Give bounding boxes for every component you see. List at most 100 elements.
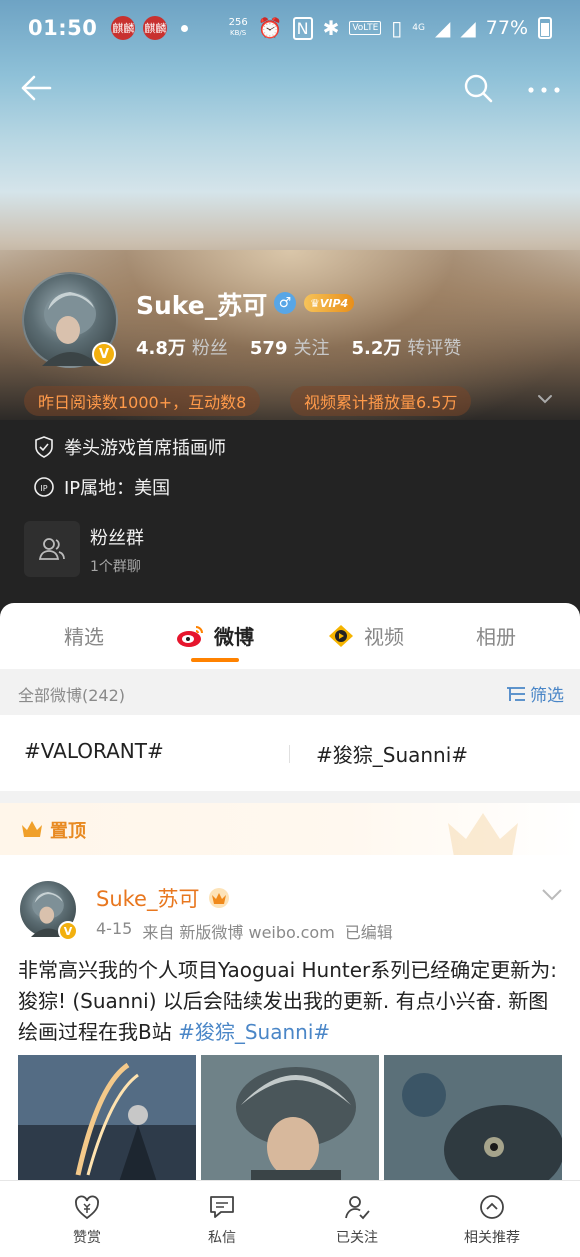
more-icon[interactable] <box>526 80 562 100</box>
verification-row: 拳头游戏首席插画师 <box>34 434 226 460</box>
post-edited: 已编辑 <box>344 923 393 942</box>
post-image[interactable] <box>384 1055 562 1185</box>
member-crown-icon <box>209 888 229 908</box>
chevron-down-icon[interactable] <box>540 887 564 903</box>
recommend-button[interactable]: 相关推荐 <box>442 1193 542 1247</box>
bottom-bar-label: 赞赏 <box>73 1230 101 1246</box>
network-speed: 256 KB/S <box>229 18 248 38</box>
post-hashtag[interactable]: #狻猔_Suanni# <box>178 1020 330 1044</box>
post-source: 来自 新版微博 weibo.com <box>142 923 335 942</box>
stat-value: 5.2万 <box>351 338 402 359</box>
post-meta: 4-15 来自 新版微博 weibo.com 已编辑 <box>96 919 393 943</box>
stat-followers[interactable]: 4.8万 粉丝 <box>136 334 228 360</box>
bottom-bar-label: 已关注 <box>336 1230 378 1246</box>
topic-row: #VALORANT# #狻猔_Suanni# <box>0 715 580 791</box>
stat-label: 关注 <box>293 338 330 359</box>
tab-label: 精选 <box>64 625 104 649</box>
status-time: 01:50 <box>28 16 98 40</box>
video-stats-pill[interactable]: 视频累计播放量6.5万 <box>290 386 472 416</box>
top-nav <box>0 66 580 112</box>
speed-unit: KB/S <box>230 29 247 37</box>
bottom-bar-label: 私信 <box>208 1230 236 1246</box>
profile-tabs: 精选 微博 视频 相册 <box>0 603 580 669</box>
speed-value: 256 <box>228 17 248 28</box>
topic-suanni[interactable]: #狻猔_Suanni# <box>316 739 468 768</box>
verified-badge-icon: V <box>58 921 78 941</box>
tab-label: 微博 <box>214 625 254 649</box>
post-count: 全部微博(242) <box>18 686 126 705</box>
tab-weibo[interactable]: 微博 <box>176 621 254 650</box>
vip-badge[interactable]: ♛ VIP4 <box>304 294 355 312</box>
fan-group-title[interactable]: 粉丝群 <box>90 524 144 550</box>
male-gender-icon: ♂ <box>274 292 296 314</box>
reward-icon <box>75 1195 99 1220</box>
reading-stats-pill[interactable]: 昨日阅读数1000+，互动数8 <box>24 386 261 416</box>
battery-icon <box>538 17 552 39</box>
shield-check-icon <box>35 436 53 458</box>
status-bar: 01:50 麒麟 麒麟 256 KB/S ⏰ N ✱ VoLTE ▯ 4G ◢ … <box>0 0 580 56</box>
pinned-label: 置顶 <box>50 821 86 842</box>
battery-percent: 77% <box>485 17 528 39</box>
post-text: 非常高兴我的个人项目Yaoguai Hunter系列已经确定更新为: 狻猔! (… <box>18 955 566 1048</box>
stat-following[interactable]: 579 关注 <box>250 334 330 360</box>
volte-icon: VoLTE <box>349 21 382 35</box>
bottom-action-bar: 赞赏 私信 已关注 相关推荐 <box>0 1180 580 1257</box>
reward-button[interactable]: 赞赏 <box>37 1193 137 1247</box>
filter-label: 筛选 <box>530 686 564 706</box>
stat-value: 4.8万 <box>136 338 186 359</box>
ip-location-row: IP IP属地：美国 <box>34 474 170 500</box>
alarm-icon: ⏰ <box>257 16 283 40</box>
bluetooth-icon: ✱ <box>322 16 340 40</box>
pinned-header: 置顶 <box>0 803 580 857</box>
post-image[interactable] <box>201 1055 379 1185</box>
recommend-icon <box>480 1195 504 1219</box>
content-sheet: 精选 微博 视频 相册 全部微博(242) 筛选 #VALORANT# #狻猔_… <box>0 603 580 1257</box>
network-type: 4G <box>412 23 425 33</box>
tab-featured[interactable]: 精选 <box>64 621 104 650</box>
ip-icon: IP <box>34 477 54 497</box>
fan-group-icon-box[interactable] <box>24 521 80 577</box>
weibo-logo-icon <box>177 625 203 647</box>
crown-icon: ♛ <box>310 296 320 310</box>
profile-username: Suke_苏可 <box>136 291 268 320</box>
decorative-crown-icon <box>448 813 518 857</box>
followed-button[interactable]: 已关注 <box>307 1193 407 1247</box>
nfc-icon: N <box>292 16 313 40</box>
tab-video[interactable]: 视频 <box>326 621 404 650</box>
crown-icon <box>22 821 42 837</box>
stat-value: 579 <box>249 338 288 359</box>
signal-2-icon: ◢ <box>460 16 476 40</box>
filter-bar: 全部微博(242) 筛选 <box>0 669 580 715</box>
tab-label: 视频 <box>364 625 404 649</box>
vip-label: VIP4 <box>319 296 349 310</box>
topic-valorant[interactable]: #VALORANT# <box>24 739 164 763</box>
search-icon[interactable] <box>462 72 494 104</box>
tab-label: 相册 <box>476 625 516 649</box>
verification-text: 拳头游戏首席插画师 <box>64 438 226 459</box>
message-button[interactable]: 私信 <box>172 1193 272 1247</box>
profile-header: 01:50 麒麟 麒麟 256 KB/S ⏰ N ✱ VoLTE ▯ 4G ◢ … <box>0 0 580 640</box>
vibrate-icon: ▯ <box>391 16 403 40</box>
fan-group-subtitle: 1个群聊 <box>90 559 141 575</box>
post-date: 4-15 <box>96 919 133 938</box>
notification-icons: 麒麟 麒麟 <box>111 16 189 40</box>
chevron-down-icon[interactable] <box>536 390 554 408</box>
video-icon <box>329 624 353 647</box>
stat-label: 粉丝 <box>191 338 228 359</box>
arrow-left-icon[interactable] <box>18 70 54 106</box>
filter-button[interactable]: 筛选 <box>506 681 564 706</box>
stat-label: 转评赞 <box>407 338 462 359</box>
message-icon <box>210 1196 234 1218</box>
topic-divider <box>289 745 290 763</box>
tab-album[interactable]: 相册 <box>476 621 516 650</box>
stat-likes[interactable]: 5.2万 转评赞 <box>351 334 461 360</box>
system-icons: 256 KB/S ⏰ N ✱ VoLTE ▯ 4G ◢ ◢ 77% <box>229 16 552 40</box>
signal-icon: ◢ <box>434 16 451 40</box>
post-image[interactable] <box>18 1055 196 1185</box>
profile-stats: 4.8万 粉丝 579 关注 5.2万 转评赞 <box>136 334 461 360</box>
post-author[interactable]: Suke_苏可 <box>96 883 199 913</box>
group-icon <box>38 538 65 560</box>
artwork-thumbnail-icon <box>18 1055 196 1185</box>
artwork-thumbnail-icon <box>201 1055 379 1185</box>
filter-icon <box>507 686 525 701</box>
